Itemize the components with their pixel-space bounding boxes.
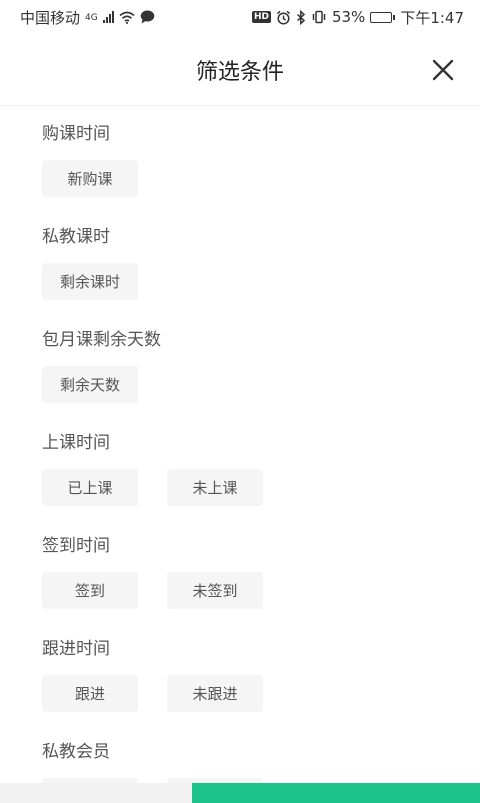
message-icon [140, 10, 155, 24]
hd-badge: HD [251, 11, 271, 23]
option-followed-up[interactable]: 跟进 [42, 675, 138, 712]
status-right: HD 53% 下午1:47 [251, 7, 464, 28]
vibrate-icon [312, 10, 326, 24]
wifi-icon [119, 11, 135, 24]
page-title: 筛选条件 [195, 59, 284, 85]
status-left: 中国移动 4G [20, 7, 155, 28]
bottom-action-bar [0, 783, 480, 803]
status-bar: 中国移动 4G HD 53% 下午1:47 [0, 0, 480, 34]
option-not-attended[interactable]: 未上课 [167, 469, 263, 506]
section-title: 签到时间 [42, 536, 110, 556]
filter-section-monthly-days: 包月课剩余天数 剩余天数 [42, 312, 480, 415]
option-not-checked-in[interactable]: 未签到 [167, 572, 263, 609]
option-new-purchase[interactable]: 新购课 [42, 160, 138, 197]
carrier-name: 中国移动 [20, 8, 81, 27]
battery-icon [370, 11, 396, 23]
alarm-icon [276, 10, 290, 25]
signal-icon [102, 11, 114, 23]
option-not-followed-up[interactable]: 未跟进 [167, 675, 263, 712]
filter-section-private-lessons: 私教课时 剩余课时 [42, 209, 480, 312]
filter-section-checkin-time: 签到时间 签到 未签到 [42, 518, 480, 621]
section-title: 包月课剩余天数 [42, 330, 161, 350]
section-title: 跟进时间 [42, 639, 110, 659]
confirm-button[interactable] [192, 783, 480, 803]
option-checked-in[interactable]: 签到 [42, 572, 138, 609]
filter-list: 购课时间 新购课 私教课时 剩余课时 包月课剩余天数 剩余天数 上课时间 已上课… [0, 106, 480, 783]
section-title: 私教会员 [42, 742, 110, 762]
option-remaining-lessons[interactable]: 剩余课时 [42, 263, 138, 300]
filter-section-private-members: 私教会员 [42, 724, 480, 783]
option-remaining-days[interactable]: 剩余天数 [42, 366, 138, 403]
reset-button[interactable] [0, 783, 192, 803]
network-type: 4G [85, 12, 98, 23]
filter-section-followup-time: 跟进时间 跟进 未跟进 [42, 621, 480, 724]
clock: 下午1:47 [400, 8, 464, 27]
filter-section-purchase-time: 购课时间 新购课 [42, 106, 480, 209]
section-title: 购课时间 [42, 124, 110, 144]
section-title: 私教课时 [42, 227, 110, 247]
header: 筛选条件 [0, 34, 480, 106]
filter-section-class-time: 上课时间 已上课 未上课 [42, 415, 480, 518]
option-attended[interactable]: 已上课 [42, 469, 138, 506]
section-title: 上课时间 [42, 433, 110, 453]
close-icon [432, 59, 454, 81]
bluetooth-icon [296, 9, 306, 25]
battery-percent: 53% [331, 8, 366, 26]
close-button[interactable] [426, 53, 460, 87]
